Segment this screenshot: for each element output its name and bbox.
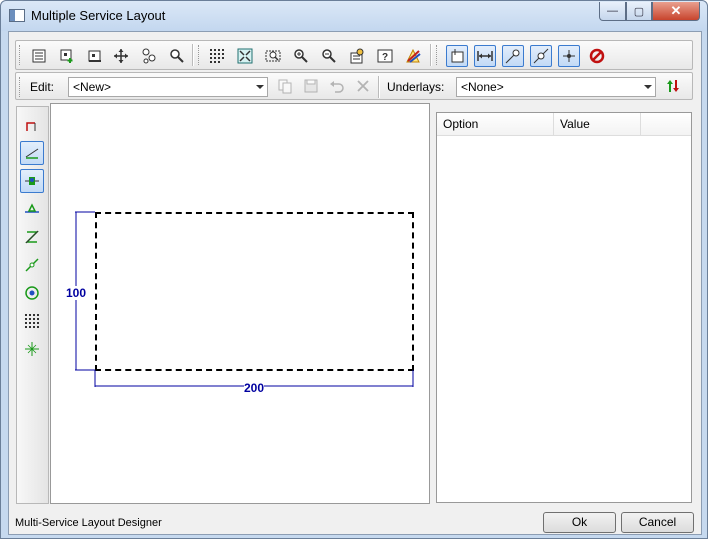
- corner-tool-icon[interactable]: [20, 113, 44, 137]
- service-point-icon[interactable]: [20, 169, 44, 193]
- no-route-icon[interactable]: [20, 225, 44, 249]
- delete-icon[interactable]: [352, 75, 374, 97]
- sort-icon[interactable]: [662, 75, 684, 97]
- cancel-button[interactable]: Cancel: [621, 512, 694, 533]
- minimize-button[interactable]: —: [599, 2, 626, 21]
- column-header-value[interactable]: Value: [554, 113, 641, 136]
- close-button[interactable]: ✕: [652, 2, 700, 21]
- maximize-button[interactable]: ▢: [626, 2, 652, 21]
- main-toolbar: ?: [15, 40, 693, 70]
- properties-icon[interactable]: [28, 45, 50, 67]
- underlays-label: Underlays:: [387, 80, 445, 94]
- snap-layout-icon[interactable]: [446, 45, 468, 67]
- add-view-icon[interactable]: [56, 45, 78, 67]
- copy-icon[interactable]: [274, 75, 296, 97]
- status-text: Multi-Service Layout Designer: [15, 517, 162, 529]
- toolbar-grip[interactable]: [198, 45, 201, 65]
- status-bar: Multi-Service Layout Designer Ok Cancel: [9, 508, 701, 535]
- tool-palette: [16, 106, 49, 504]
- zoom-window-icon[interactable]: [262, 45, 284, 67]
- dialog-window: Multiple Service Layout — ▢ ✕ ? Edit: <N…: [0, 0, 708, 539]
- toolbar-separator: [378, 76, 380, 98]
- underlays-select-value: <None>: [461, 80, 504, 94]
- route-icon[interactable]: [20, 253, 44, 277]
- app-icon: [9, 9, 25, 22]
- zoom-in-icon[interactable]: [290, 45, 312, 67]
- snap-dimension-icon[interactable]: [474, 45, 496, 67]
- chevron-down-icon: [256, 85, 264, 89]
- orbit-icon[interactable]: [138, 45, 160, 67]
- settings-icon[interactable]: [346, 45, 368, 67]
- save-icon[interactable]: [300, 75, 322, 97]
- dimension-lines: [75, 211, 414, 387]
- edit-select-value: <New>: [73, 80, 112, 94]
- zoom-out-icon[interactable]: [318, 45, 340, 67]
- target-icon[interactable]: [20, 281, 44, 305]
- window-title: Multiple Service Layout: [31, 8, 166, 23]
- edit-toolbar: Edit: <New> Underlays: <None>: [15, 72, 693, 100]
- toolbar-grip[interactable]: [436, 45, 439, 65]
- snap-endpoint-icon[interactable]: [502, 45, 524, 67]
- view-icon[interactable]: [84, 45, 106, 67]
- pan-icon[interactable]: [110, 45, 132, 67]
- line-tool-icon[interactable]: [20, 141, 44, 165]
- title-bar: Multiple Service Layout — ▢ ✕: [1, 1, 707, 31]
- height-dimension-label: 100: [66, 286, 87, 300]
- properties-header: Option Value: [437, 113, 691, 136]
- snap-midpoint-icon[interactable]: [530, 45, 552, 67]
- column-header-option[interactable]: Option: [437, 113, 554, 136]
- crosshair-icon[interactable]: [20, 337, 44, 361]
- toolbar-separator: [430, 44, 432, 66]
- underlays-select[interactable]: <None>: [456, 77, 656, 97]
- edit-label: Edit:: [30, 80, 55, 94]
- edit-select[interactable]: <New>: [68, 77, 268, 97]
- render-icon[interactable]: [402, 45, 424, 67]
- chevron-down-icon: [644, 85, 652, 89]
- grid-icon[interactable]: [20, 309, 44, 333]
- toolbar-separator: [192, 44, 194, 66]
- tap-tool-icon[interactable]: [20, 197, 44, 221]
- zoom-icon[interactable]: [166, 45, 188, 67]
- help-icon[interactable]: ?: [374, 45, 396, 67]
- zoom-extents-icon[interactable]: [234, 45, 256, 67]
- properties-grid: Option Value: [436, 112, 692, 503]
- svg-text:?: ?: [382, 52, 388, 63]
- dialog-client-area: ? Edit: <New> Underlays: <None> 100 200 …: [8, 31, 702, 535]
- grid-icon[interactable]: [206, 45, 228, 67]
- undo-icon[interactable]: [326, 75, 348, 97]
- width-dimension-label: 200: [244, 381, 265, 395]
- snap-point-icon[interactable]: [558, 45, 580, 67]
- no-snap-icon[interactable]: [586, 45, 608, 67]
- ok-button[interactable]: Ok: [543, 512, 616, 533]
- toolbar-grip[interactable]: [19, 45, 22, 65]
- toolbar-grip[interactable]: [19, 77, 22, 97]
- layout-canvas[interactable]: 100 200: [50, 103, 430, 504]
